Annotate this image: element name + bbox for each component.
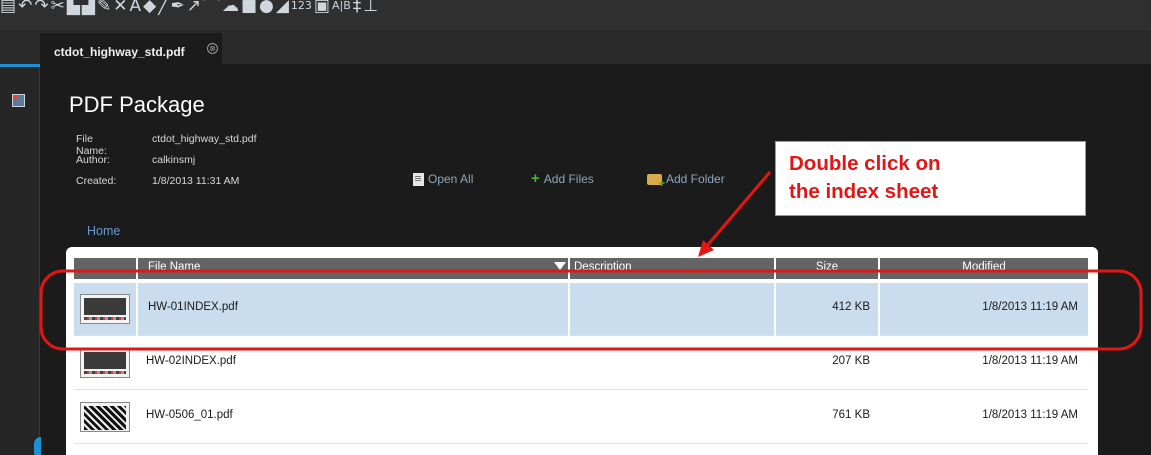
add-files-icon: + <box>531 170 540 187</box>
description-cell <box>568 391 774 444</box>
line-icon[interactable]: ╱ <box>158 0 168 18</box>
file-thumbnail-cell <box>74 391 136 444</box>
add-folder-button[interactable]: Add Folder <box>647 172 725 190</box>
add-folder-icon <box>647 173 665 190</box>
pen-icon[interactable]: ✒ <box>170 0 184 18</box>
tab-title: ctdot_highway_std.pdf <box>54 45 185 59</box>
modified-cell: 1/8/2013 11:19 AM <box>982 355 1078 367</box>
header-file-name[interactable]: File Name <box>136 258 568 279</box>
open-all-icon <box>413 172 424 186</box>
file-name-value: ctdot_highway_std.pdf <box>152 133 257 145</box>
header-description[interactable]: Description <box>568 258 774 279</box>
created-value: 1/8/2013 11:31 AM <box>152 175 240 187</box>
breadcrumb-home[interactable]: Home <box>87 224 120 238</box>
file-thumbnail-cell <box>74 337 136 390</box>
underline-icon[interactable]: ⊥ <box>363 0 378 18</box>
open-all-button[interactable]: Open All <box>413 172 473 186</box>
modified-cell: 1/8/2013 11:19 AM <box>878 283 1088 336</box>
index-sheet-thumbnail <box>80 294 130 324</box>
arrow-icon[interactable]: ↗ <box>187 0 201 18</box>
header-modified[interactable]: Modified <box>878 258 1088 279</box>
rail-active-indicator <box>0 64 40 67</box>
created-label: Created: <box>76 175 117 187</box>
annotation-toolbar: ▤ ↶ ↷ ✂ ▙ ▟ ✎ ✕ A ◆ ╱ ✒ ↗ ⌒ ☁ ■ ● ◢ 123 … <box>0 0 1151 30</box>
sort-descending-icon[interactable] <box>554 262 566 270</box>
size-cell: 761 KB <box>832 409 870 421</box>
polyline-icon[interactable]: ⌒ <box>203 0 220 18</box>
page-title: PDF Package <box>69 92 205 117</box>
author-value: calkinsmj <box>152 154 196 166</box>
pdf-package-view: PDF Package File Name: ctdot_highway_std… <box>41 64 1151 455</box>
file-thumbnail-cell <box>74 283 136 336</box>
insert-text-icon[interactable]: ‡ <box>353 0 362 18</box>
instruction-text: Double click on the index sheet <box>789 152 941 203</box>
table-header: File Name Description Size Modified <box>74 258 1088 279</box>
measure-icon[interactable]: ◢ <box>276 0 289 18</box>
header-size[interactable]: Size <box>774 258 878 279</box>
redo-icon[interactable]: ↷ <box>34 0 48 18</box>
strikeout-icon[interactable]: ✕ <box>113 0 127 18</box>
highlight-icon[interactable]: ✎ <box>97 0 111 18</box>
file-name-cell[interactable]: HW-0506_01.pdf <box>136 391 568 444</box>
paste-icon[interactable]: ▟ <box>82 0 95 18</box>
plan-sheet-thumbnail <box>80 402 130 432</box>
header-thumbnail <box>74 258 136 279</box>
header-file-name-label: File Name <box>148 261 201 273</box>
thumbnails-icon[interactable] <box>12 94 25 107</box>
instruction-callout: Double click on the index sheet <box>775 141 1086 216</box>
author-label: Author: <box>76 154 110 166</box>
text-icon[interactable]: A <box>129 0 141 18</box>
table-row[interactable]: HW-01INDEX.pdf 412 KB 1/8/2013 11:19 AM <box>74 283 1088 336</box>
description-cell <box>568 283 774 336</box>
fill-icon[interactable]: ● <box>259 0 274 18</box>
cloud-icon[interactable]: ☁ <box>222 0 239 18</box>
table-row[interactable]: HW-02INDEX.pdf 207 KB 1/8/2013 11:19 AM <box>74 337 1088 390</box>
document-tab-strip: ctdot_highway_std.pdf ⊗ <box>0 30 1151 64</box>
add-folder-label: Add Folder <box>666 172 725 186</box>
stamp-icon[interactable]: ◆ <box>143 0 156 18</box>
undo-icon[interactable]: ↶ <box>18 0 32 18</box>
add-files-label: Add Files <box>543 172 594 186</box>
size-cell: 207 KB <box>832 355 870 367</box>
left-panel-rail <box>0 64 40 455</box>
open-all-label: Open All <box>428 172 474 186</box>
size-cell: 412 KB <box>774 283 878 336</box>
close-tab-icon[interactable]: ⊗ <box>207 43 218 54</box>
scissors-icon[interactable]: ✂ <box>51 0 65 18</box>
copy-icon[interactable]: ▙ <box>67 0 80 18</box>
spell-icon[interactable]: A|B <box>332 0 351 18</box>
shapes-icon[interactable]: ■ <box>241 0 257 18</box>
toolbar-icon-row: ▤ ↶ ↷ ✂ ▙ ▟ ✎ ✕ A ◆ ╱ ✒ ↗ ⌒ ☁ ■ ● ◢ 123 … <box>0 0 378 18</box>
modified-cell: 1/8/2013 11:19 AM <box>982 409 1078 421</box>
file-table: File Name Description Size Modified HW-0… <box>66 247 1098 455</box>
index-sheet-thumbnail <box>80 348 130 378</box>
add-files-button[interactable]: + Add Files <box>531 170 594 187</box>
text-edit-icon[interactable]: ▣ <box>314 0 330 18</box>
count-icon[interactable]: 123 <box>291 0 312 18</box>
file-name-cell[interactable]: HW-02INDEX.pdf <box>136 337 568 390</box>
table-row[interactable]: HW-0506_01.pdf 761 KB 1/8/2013 11:19 AM <box>74 391 1088 444</box>
tab-ctdot-highway-std[interactable]: ctdot_highway_std.pdf ⊗ <box>40 33 222 64</box>
ocr-icon[interactable]: ▤ <box>0 0 16 18</box>
file-name-cell[interactable]: HW-01INDEX.pdf <box>136 283 568 336</box>
description-cell <box>568 337 774 390</box>
